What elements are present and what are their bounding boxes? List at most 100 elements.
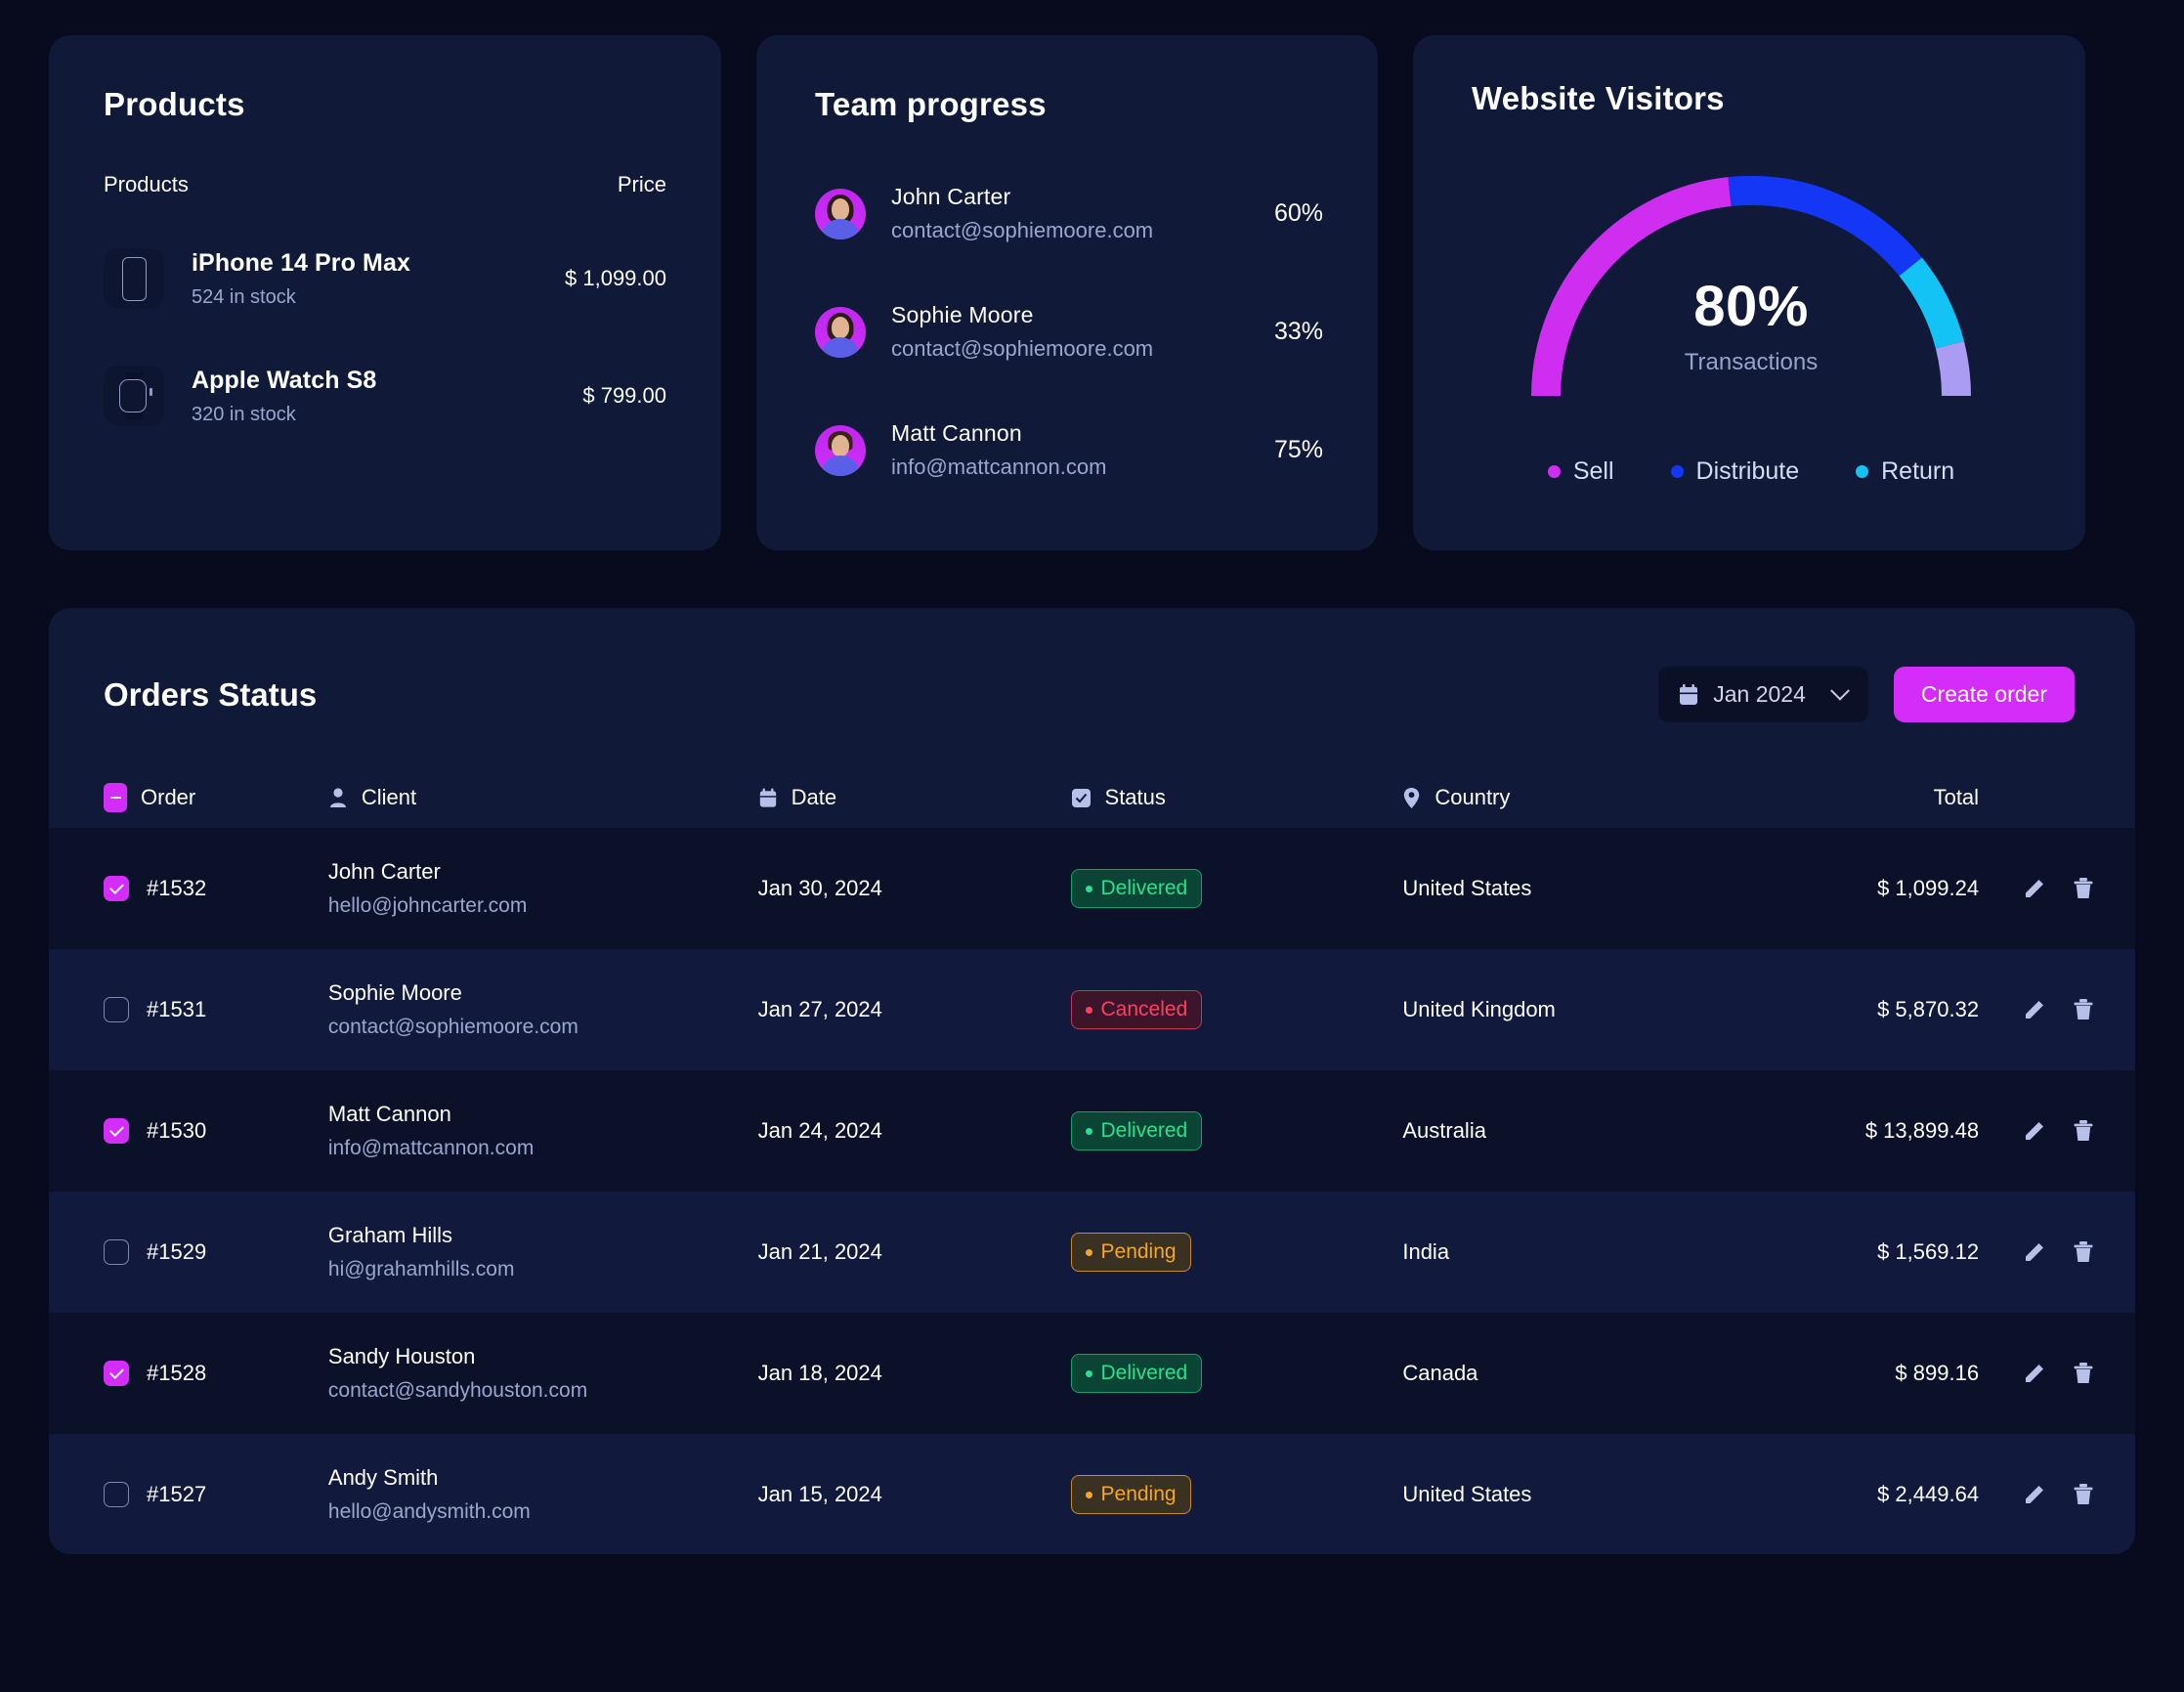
legend-item-sell[interactable]: Sell [1547,457,1614,486]
avatar [815,188,866,239]
client-email: hi@grahamhills.com [327,1258,515,1280]
team-member-info: Matt Cannon info@mattcannon.com [891,420,1274,480]
column-label: Date [791,785,837,809]
column-header-date[interactable]: Date [758,785,1071,810]
orders-toolbar: Jan 2024 Create order [1658,667,2075,722]
product-list-item[interactable]: Apple Watch S8 320 in stock $ 799.00 [104,366,666,426]
cell-date: Jan 18, 2024 [757,1361,882,1385]
product-info: iPhone 14 Pro Max 524 in stock [192,249,565,309]
client-name: Graham Hills [327,1223,453,1247]
table-row[interactable]: #1531 Sophie Moore contact@sophiemoore.c… [49,949,2135,1070]
cell-status: Delivered [1070,1354,1403,1393]
cell-total: $ 1,099.24 [1877,876,1980,900]
trash-delete-icon[interactable] [2071,1239,2096,1265]
team-member-info: John Carter contact@sophiemoore.com [891,184,1274,243]
team-member-row[interactable]: Sophie Moore contact@sophiemoore.com 33% [815,302,1323,362]
status-badge: Delivered [1070,869,1203,908]
client-email: contact@sandyhouston.com [327,1379,588,1402]
client-name: Sophie Moore [327,980,462,1005]
table-row[interactable]: #1530 Matt Cannon info@mattcannon.com Ja… [49,1070,2135,1192]
orders-table-header: Order Client Date Status Country Total [49,767,2135,828]
row-select-checkbox[interactable] [104,1118,129,1144]
table-row[interactable]: #1529 Graham Hills hi@grahamhills.com Ja… [49,1192,2135,1313]
team-member-name: Sophie Moore [891,302,1034,327]
table-row[interactable]: #1528 Sandy Houston contact@sandyhouston… [49,1313,2135,1434]
trash-delete-icon[interactable] [2071,1482,2096,1507]
products-col-product: Products [104,172,189,196]
row-select-checkbox[interactable] [104,1239,129,1265]
team-member-row[interactable]: Matt Cannon info@mattcannon.com 75% [815,420,1323,480]
status-dot-icon [1085,1248,1092,1256]
cell-actions [1979,1361,2135,1386]
edit-pencil-icon[interactable] [2022,1482,2047,1507]
top-cards-row: Products Products Price iPhone 14 Pro Ma… [49,35,2085,550]
status-badge: Delivered [1070,1354,1203,1393]
row-select-checkbox[interactable] [104,997,129,1022]
cell-actions [1979,1239,2135,1265]
edit-pencil-icon[interactable] [2022,1239,2047,1265]
cell-actions [1979,876,2135,901]
cell-actions [1979,1118,2135,1144]
status-label: Delivered [1100,877,1188,899]
team-member-info: Sophie Moore contact@sophiemoore.com [891,302,1274,362]
order-id: #1532 [147,876,207,900]
gauge-sublabel: Transactions [1684,349,1819,375]
edit-pencil-icon[interactable] [2022,997,2047,1022]
gauge-segment-distribute [1728,175,1922,277]
trash-delete-icon[interactable] [2071,997,2096,1022]
row-select-checkbox[interactable] [104,1361,129,1386]
status-dot-icon [1085,1369,1092,1377]
product-name: Apple Watch S8 [192,366,377,394]
team-member-name: John Carter [891,184,1011,209]
trash-delete-icon[interactable] [2071,876,2096,901]
column-header-status[interactable]: Status [1071,785,1403,810]
edit-pencil-icon[interactable] [2022,876,2047,901]
chevron-down-icon [1829,680,1850,701]
column-header-country[interactable]: Country [1402,785,1695,810]
date-filter-dropdown[interactable]: Jan 2024 [1658,667,1868,722]
cell-client: Sophie Moore contact@sophiemoore.com [328,980,758,1039]
cell-client: Sandy Houston contact@sandyhouston.com [328,1344,758,1403]
status-badge: Pending [1070,1475,1191,1514]
table-row[interactable]: #1527 Andy Smith hello@andysmith.com Jan… [49,1434,2135,1554]
page-title: Orders Status [104,675,318,713]
column-header-order[interactable]: Order [104,783,328,812]
status-label: Canceled [1100,998,1188,1020]
product-list-item[interactable]: iPhone 14 Pro Max 524 in stock $ 1,099.0… [104,248,666,309]
cell-date: Jan 21, 2024 [757,1239,882,1264]
checkbox-indeterminate-icon[interactable] [104,783,127,812]
create-order-button[interactable]: Create order [1893,667,2075,722]
cell-actions [1979,1482,2135,1507]
legend-item-distribute[interactable]: Distribute [1670,457,1799,486]
orders-header: Orders Status Jan 2024 Create order [49,608,2135,722]
row-select-checkbox[interactable] [104,876,129,901]
edit-pencil-icon[interactable] [2022,1361,2047,1386]
checkbox-check-icon [1071,788,1092,808]
product-stock: 524 in stock [192,285,296,308]
cell-order: #1528 [104,1361,328,1386]
status-badge: Pending [1070,1233,1191,1272]
team-member-row[interactable]: John Carter contact@sophiemoore.com 60% [815,184,1323,243]
legend-dot-icon [1547,465,1561,478]
trash-delete-icon[interactable] [2071,1118,2096,1144]
column-header-client[interactable]: Client [328,785,758,810]
table-row[interactable]: #1532 John Carter hello@johncarter.com J… [49,828,2135,949]
cell-order: #1531 [104,997,328,1022]
team-member-email: info@mattcannon.com [891,455,1107,479]
trash-delete-icon[interactable] [2071,1361,2096,1386]
row-select-checkbox[interactable] [104,1482,129,1507]
legend-dot-icon [1856,465,1869,478]
cell-actions [1979,997,2135,1022]
legend-dot-icon [1670,465,1684,478]
apple-watch-icon [104,366,164,426]
gauge-center-label: 80% Transactions [1507,274,1995,376]
cell-date: Jan 30, 2024 [757,876,882,900]
edit-pencil-icon[interactable] [2022,1118,2047,1144]
team-member-percent: 60% [1273,199,1323,227]
column-header-total[interactable]: Total [1695,785,1979,810]
cell-country: United States [1402,876,1532,900]
cell-country: United Kingdom [1402,997,1556,1021]
products-title: Products [104,86,245,122]
cell-client: John Carter hello@johncarter.com [328,859,758,918]
legend-item-return[interactable]: Return [1856,457,1954,486]
